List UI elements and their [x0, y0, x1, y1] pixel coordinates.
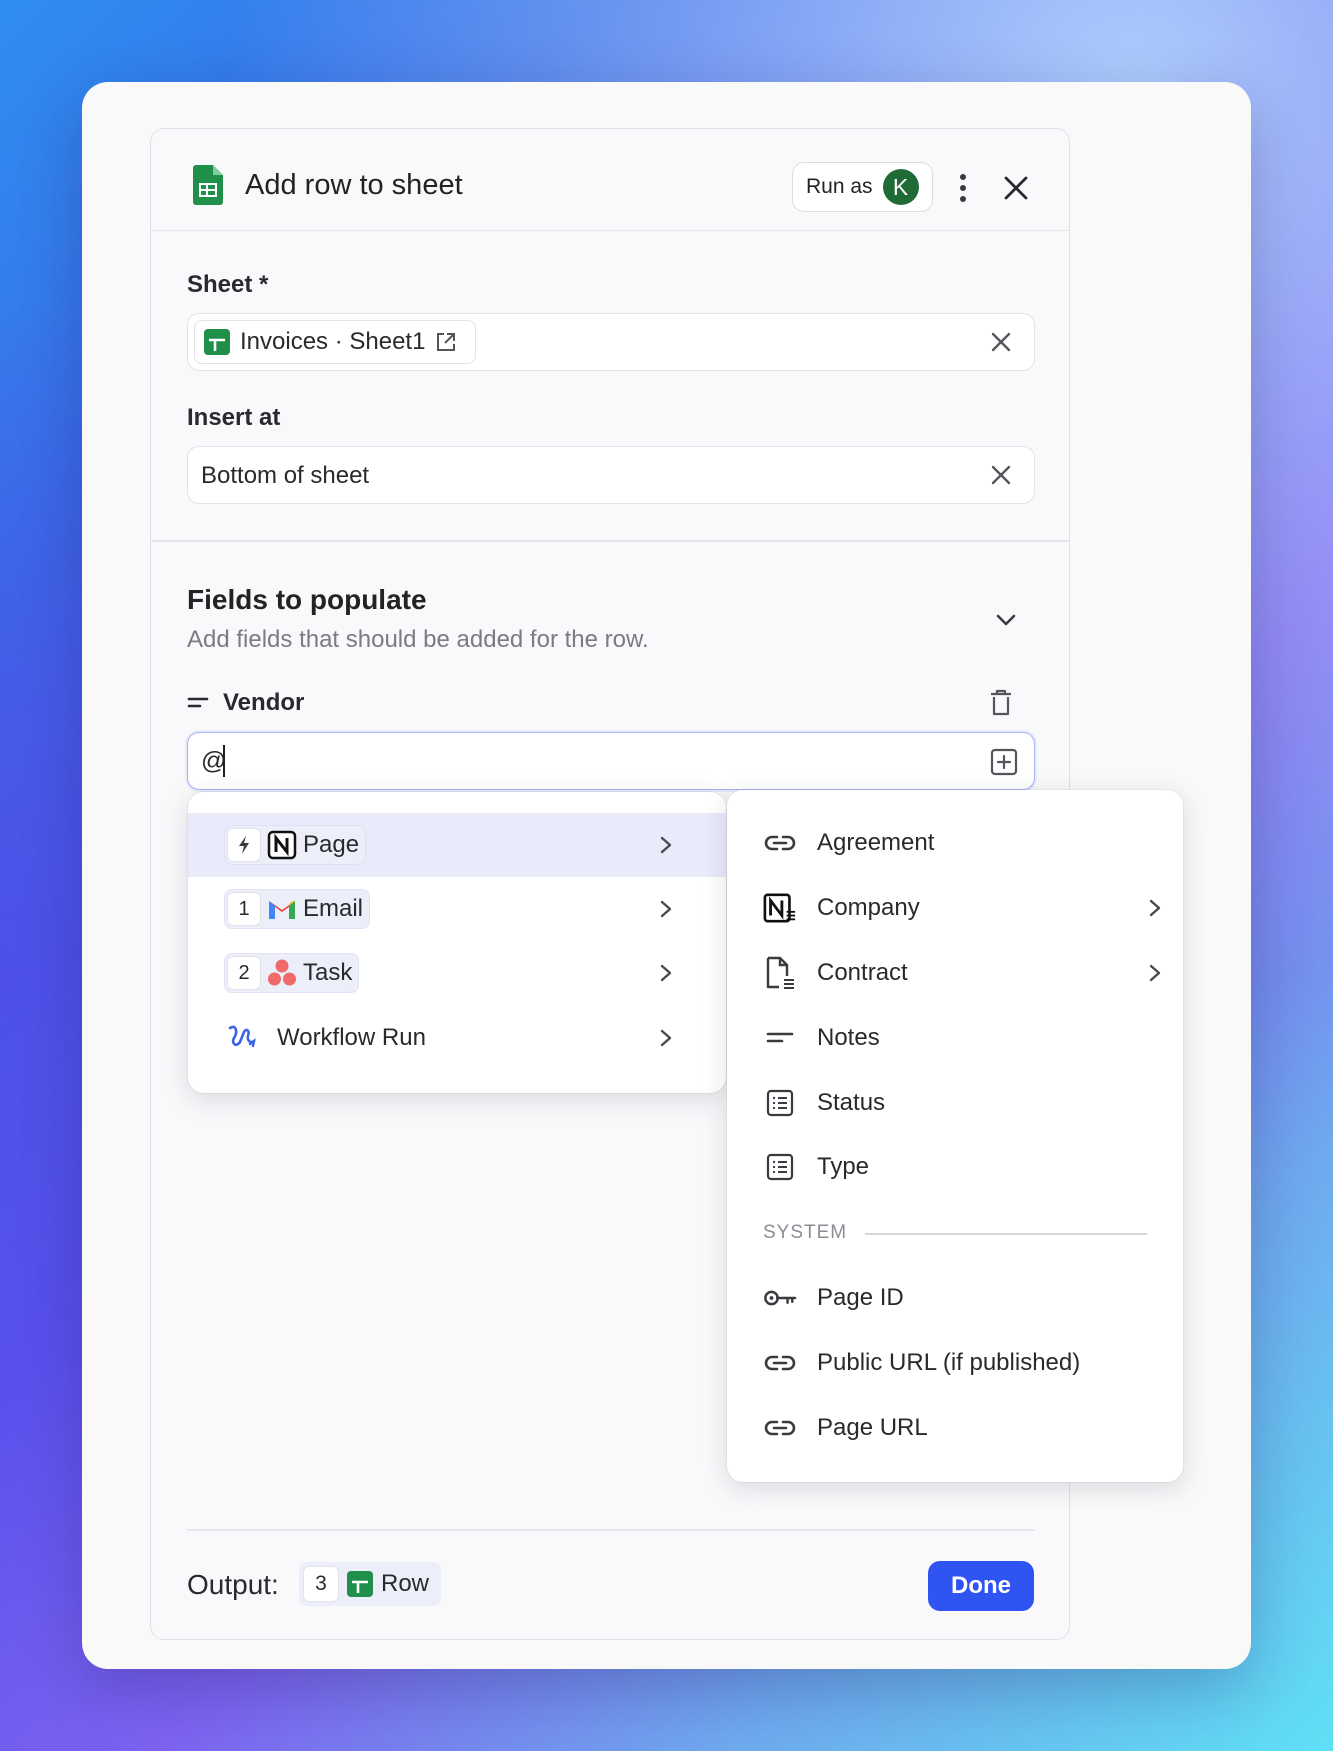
chevron-right-icon — [660, 964, 672, 982]
asana-icon — [268, 959, 296, 986]
google-sheets-icon — [347, 1571, 373, 1597]
close-icon[interactable] — [1001, 173, 1031, 203]
property-item-label: Page URL — [817, 1414, 928, 1441]
trash-icon[interactable] — [989, 689, 1013, 717]
chevron-down-icon[interactable] — [993, 607, 1019, 633]
property-item-page-id[interactable]: Page ID — [763, 1276, 1163, 1320]
list-icon — [763, 1086, 797, 1120]
property-item-agreement[interactable]: Agreement — [763, 821, 1163, 865]
property-item-label: Notes — [817, 1024, 880, 1051]
chevron-right-icon — [1149, 964, 1161, 982]
section-divider — [151, 540, 1069, 542]
source-menu-item-task[interactable]: 2 Task — [188, 941, 726, 1005]
insert-at-label: Insert at — [187, 404, 281, 431]
output-chip: 3 Row — [299, 1562, 441, 1606]
property-item-public-url[interactable]: Public URL (if published) — [763, 1341, 1163, 1385]
trigger-icon — [227, 828, 261, 862]
chevron-right-icon — [660, 900, 672, 918]
property-item-type[interactable]: Type — [763, 1145, 1163, 1189]
list-icon — [763, 1150, 797, 1184]
output-value: Row — [381, 1570, 430, 1597]
notion-icon — [763, 891, 797, 925]
key-icon — [763, 1281, 797, 1315]
source-menu-item-label: Page — [303, 831, 360, 858]
google-sheets-icon — [204, 329, 230, 355]
source-menu-item-label: Email — [303, 895, 364, 922]
step-number: 2 — [227, 956, 261, 990]
notion-icon — [267, 830, 297, 860]
fields-section-subtitle: Add fields that should be added for the … — [187, 626, 649, 653]
dialog-title: Add row to sheet — [245, 169, 463, 201]
source-menu-item-label: Workflow Run — [277, 1024, 426, 1051]
source-menu-item-workflow-run[interactable]: Workflow Run — [188, 1006, 726, 1070]
property-item-contract[interactable]: Contract — [763, 951, 1163, 995]
more-options-icon[interactable] — [951, 171, 975, 205]
source-menu-item-label: Task — [303, 959, 353, 986]
step-number: 1 — [227, 892, 261, 926]
run-as-button[interactable]: Run as K — [792, 162, 933, 212]
google-sheets-icon — [193, 165, 223, 205]
output-step-number: 3 — [303, 1566, 339, 1602]
footer-divider — [187, 1529, 1035, 1531]
link-icon — [763, 1411, 797, 1445]
document-icon — [763, 956, 797, 990]
property-item-label: Agreement — [817, 829, 935, 856]
property-item-label: Contract — [817, 959, 908, 986]
source-chip: Page — [224, 825, 367, 865]
property-item-notes[interactable]: Notes — [763, 1016, 1163, 1060]
property-item-label: Page ID — [817, 1284, 904, 1311]
chevron-right-icon — [660, 836, 672, 854]
vendor-input[interactable]: @ — [187, 732, 1035, 790]
insert-at-field[interactable]: Bottom of sheet — [187, 446, 1035, 504]
property-item-label: Public URL (if published) — [817, 1349, 1081, 1376]
source-chip: 1 Email — [224, 889, 371, 929]
property-item-page-url[interactable]: Page URL — [763, 1406, 1163, 1450]
chevron-right-icon — [1149, 899, 1161, 917]
chevron-right-icon — [660, 1029, 672, 1047]
sheet-field[interactable]: Invoices · Sheet1 — [187, 313, 1035, 371]
property-menu: Agreement Company Contract Notes Status … — [727, 790, 1183, 1482]
sheet-chip-label: Invoices · Sheet1 — [240, 328, 426, 355]
insert-at-value: Bottom of sheet — [201, 462, 370, 489]
text-icon — [763, 1021, 797, 1055]
panel-header: Add row to sheet Run as K — [151, 129, 1069, 231]
output-label: Output: — [187, 1569, 279, 1600]
property-item-label: Type — [817, 1153, 870, 1180]
done-button[interactable]: Done — [928, 1561, 1034, 1611]
add-variable-icon[interactable] — [990, 748, 1018, 776]
property-item-label: Status — [817, 1089, 886, 1116]
external-link-icon[interactable] — [435, 331, 457, 353]
vendor-field-header: Vendor — [187, 689, 304, 717]
run-as-label: Run as — [806, 175, 873, 198]
clear-sheet-icon[interactable] — [990, 331, 1012, 353]
text-caret — [223, 745, 225, 777]
link-icon — [763, 826, 797, 860]
avatar: K — [882, 169, 919, 205]
vendor-label: Vendor — [223, 689, 305, 716]
workflow-icon — [228, 1025, 256, 1048]
sheet-label: Sheet * — [187, 271, 269, 298]
fields-section-title: Fields to populate — [187, 584, 427, 615]
source-menu: Page 1 Email 2 Task Workflow Run — [188, 792, 726, 1093]
property-item-label: Company — [817, 894, 920, 921]
link-icon — [763, 1346, 797, 1380]
clear-insert-at-icon[interactable] — [990, 464, 1012, 486]
text-icon — [187, 697, 209, 708]
sheet-chip[interactable]: Invoices · Sheet1 — [194, 320, 476, 364]
system-section-divider — [865, 1233, 1147, 1235]
source-menu-item-page[interactable]: Page — [188, 813, 726, 877]
gmail-icon — [269, 901, 295, 919]
property-item-company[interactable]: Company — [763, 886, 1163, 930]
property-item-status[interactable]: Status — [763, 1081, 1163, 1125]
system-section-header: SYSTEM — [763, 1222, 848, 1243]
source-chip: 2 Task — [224, 953, 360, 993]
source-menu-item-email[interactable]: 1 Email — [188, 877, 726, 941]
